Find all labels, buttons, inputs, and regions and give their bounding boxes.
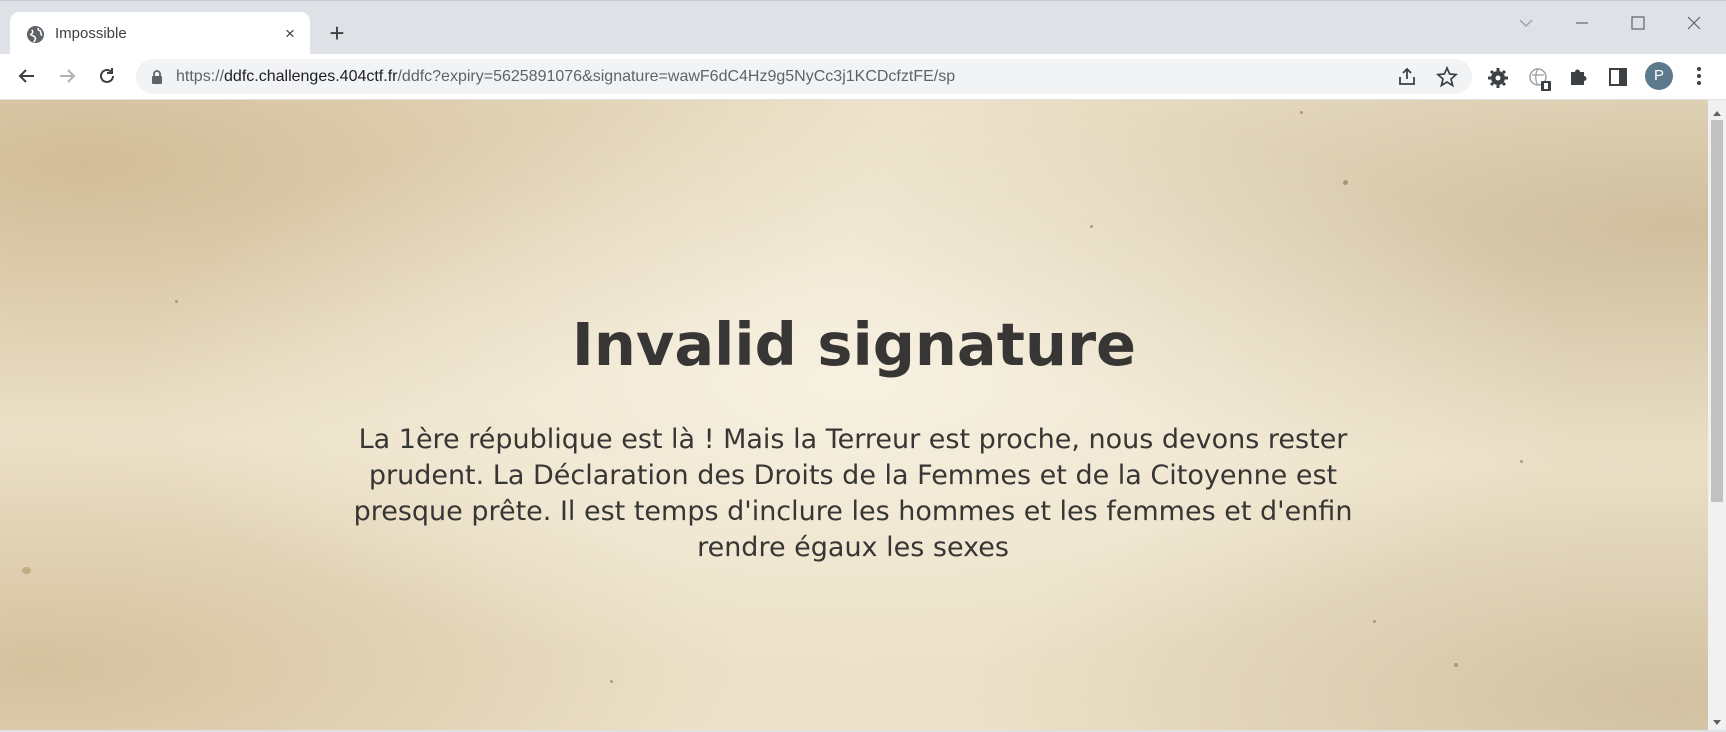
paper-speck bbox=[1300, 111, 1303, 114]
lock-icon[interactable] bbox=[150, 69, 164, 90]
forward-button[interactable] bbox=[51, 60, 83, 92]
back-button[interactable] bbox=[11, 60, 43, 92]
maximize-button[interactable] bbox=[1614, 7, 1662, 37]
extension-gear-icon[interactable] bbox=[1486, 66, 1510, 90]
page-title: Invalid signature bbox=[571, 310, 1137, 379]
minimize-button[interactable] bbox=[1558, 7, 1606, 37]
url-scheme: https:// bbox=[176, 68, 225, 85]
browser-toolbar: https://ddfc.challenges.404ctf.fr/ddfc?e… bbox=[0, 54, 1726, 100]
extensions-puzzle-icon[interactable] bbox=[1567, 66, 1591, 90]
url-text[interactable]: https://ddfc.challenges.404ctf.fr/ddfc?e… bbox=[176, 67, 955, 86]
paper-speck bbox=[1454, 663, 1458, 667]
reload-button[interactable] bbox=[91, 60, 123, 92]
vertical-scrollbar[interactable] bbox=[1708, 100, 1726, 730]
tab-title: Impossible bbox=[55, 25, 127, 42]
tab-active[interactable]: Impossible × bbox=[10, 12, 310, 55]
address-bar[interactable]: https://ddfc.challenges.404ctf.fr/ddfc?e… bbox=[136, 59, 1472, 94]
url-path: /ddfc?expiry=5625891076&signature=wawF6d… bbox=[397, 68, 956, 85]
tab-search-button[interactable] bbox=[1502, 7, 1550, 37]
scroll-down-arrow-icon[interactable] bbox=[1712, 714, 1722, 732]
page-message: La 1ère république est là ! Mais la Terr… bbox=[353, 424, 1353, 563]
kebab-menu-icon[interactable] bbox=[1690, 64, 1708, 88]
paper-speck bbox=[175, 300, 178, 303]
extension-translate-icon[interactable] bbox=[1527, 66, 1551, 91]
paper-speck bbox=[1373, 620, 1376, 623]
paper-speck bbox=[610, 680, 613, 683]
url-host: ddfc.challenges.404ctf.fr bbox=[224, 68, 398, 85]
globe-icon bbox=[26, 25, 45, 44]
share-icon[interactable] bbox=[1396, 66, 1418, 88]
profile-avatar[interactable]: P bbox=[1645, 62, 1673, 90]
bookmark-star-icon[interactable] bbox=[1435, 65, 1459, 88]
tab-strip: Impossible × + bbox=[0, 0, 1726, 55]
paper-speck bbox=[1520, 460, 1523, 463]
new-tab-button[interactable]: + bbox=[324, 20, 350, 47]
paper-speck bbox=[22, 567, 31, 574]
scrollbar-thumb[interactable] bbox=[1711, 120, 1723, 502]
paper-speck bbox=[1343, 180, 1348, 185]
page-viewport: Invalid signature La 1ère république est… bbox=[0, 100, 1708, 730]
window-close-button[interactable] bbox=[1670, 7, 1718, 37]
side-panel-icon[interactable] bbox=[1607, 66, 1631, 90]
paper-speck bbox=[1090, 225, 1093, 228]
tab-close-icon[interactable]: × bbox=[280, 24, 300, 44]
